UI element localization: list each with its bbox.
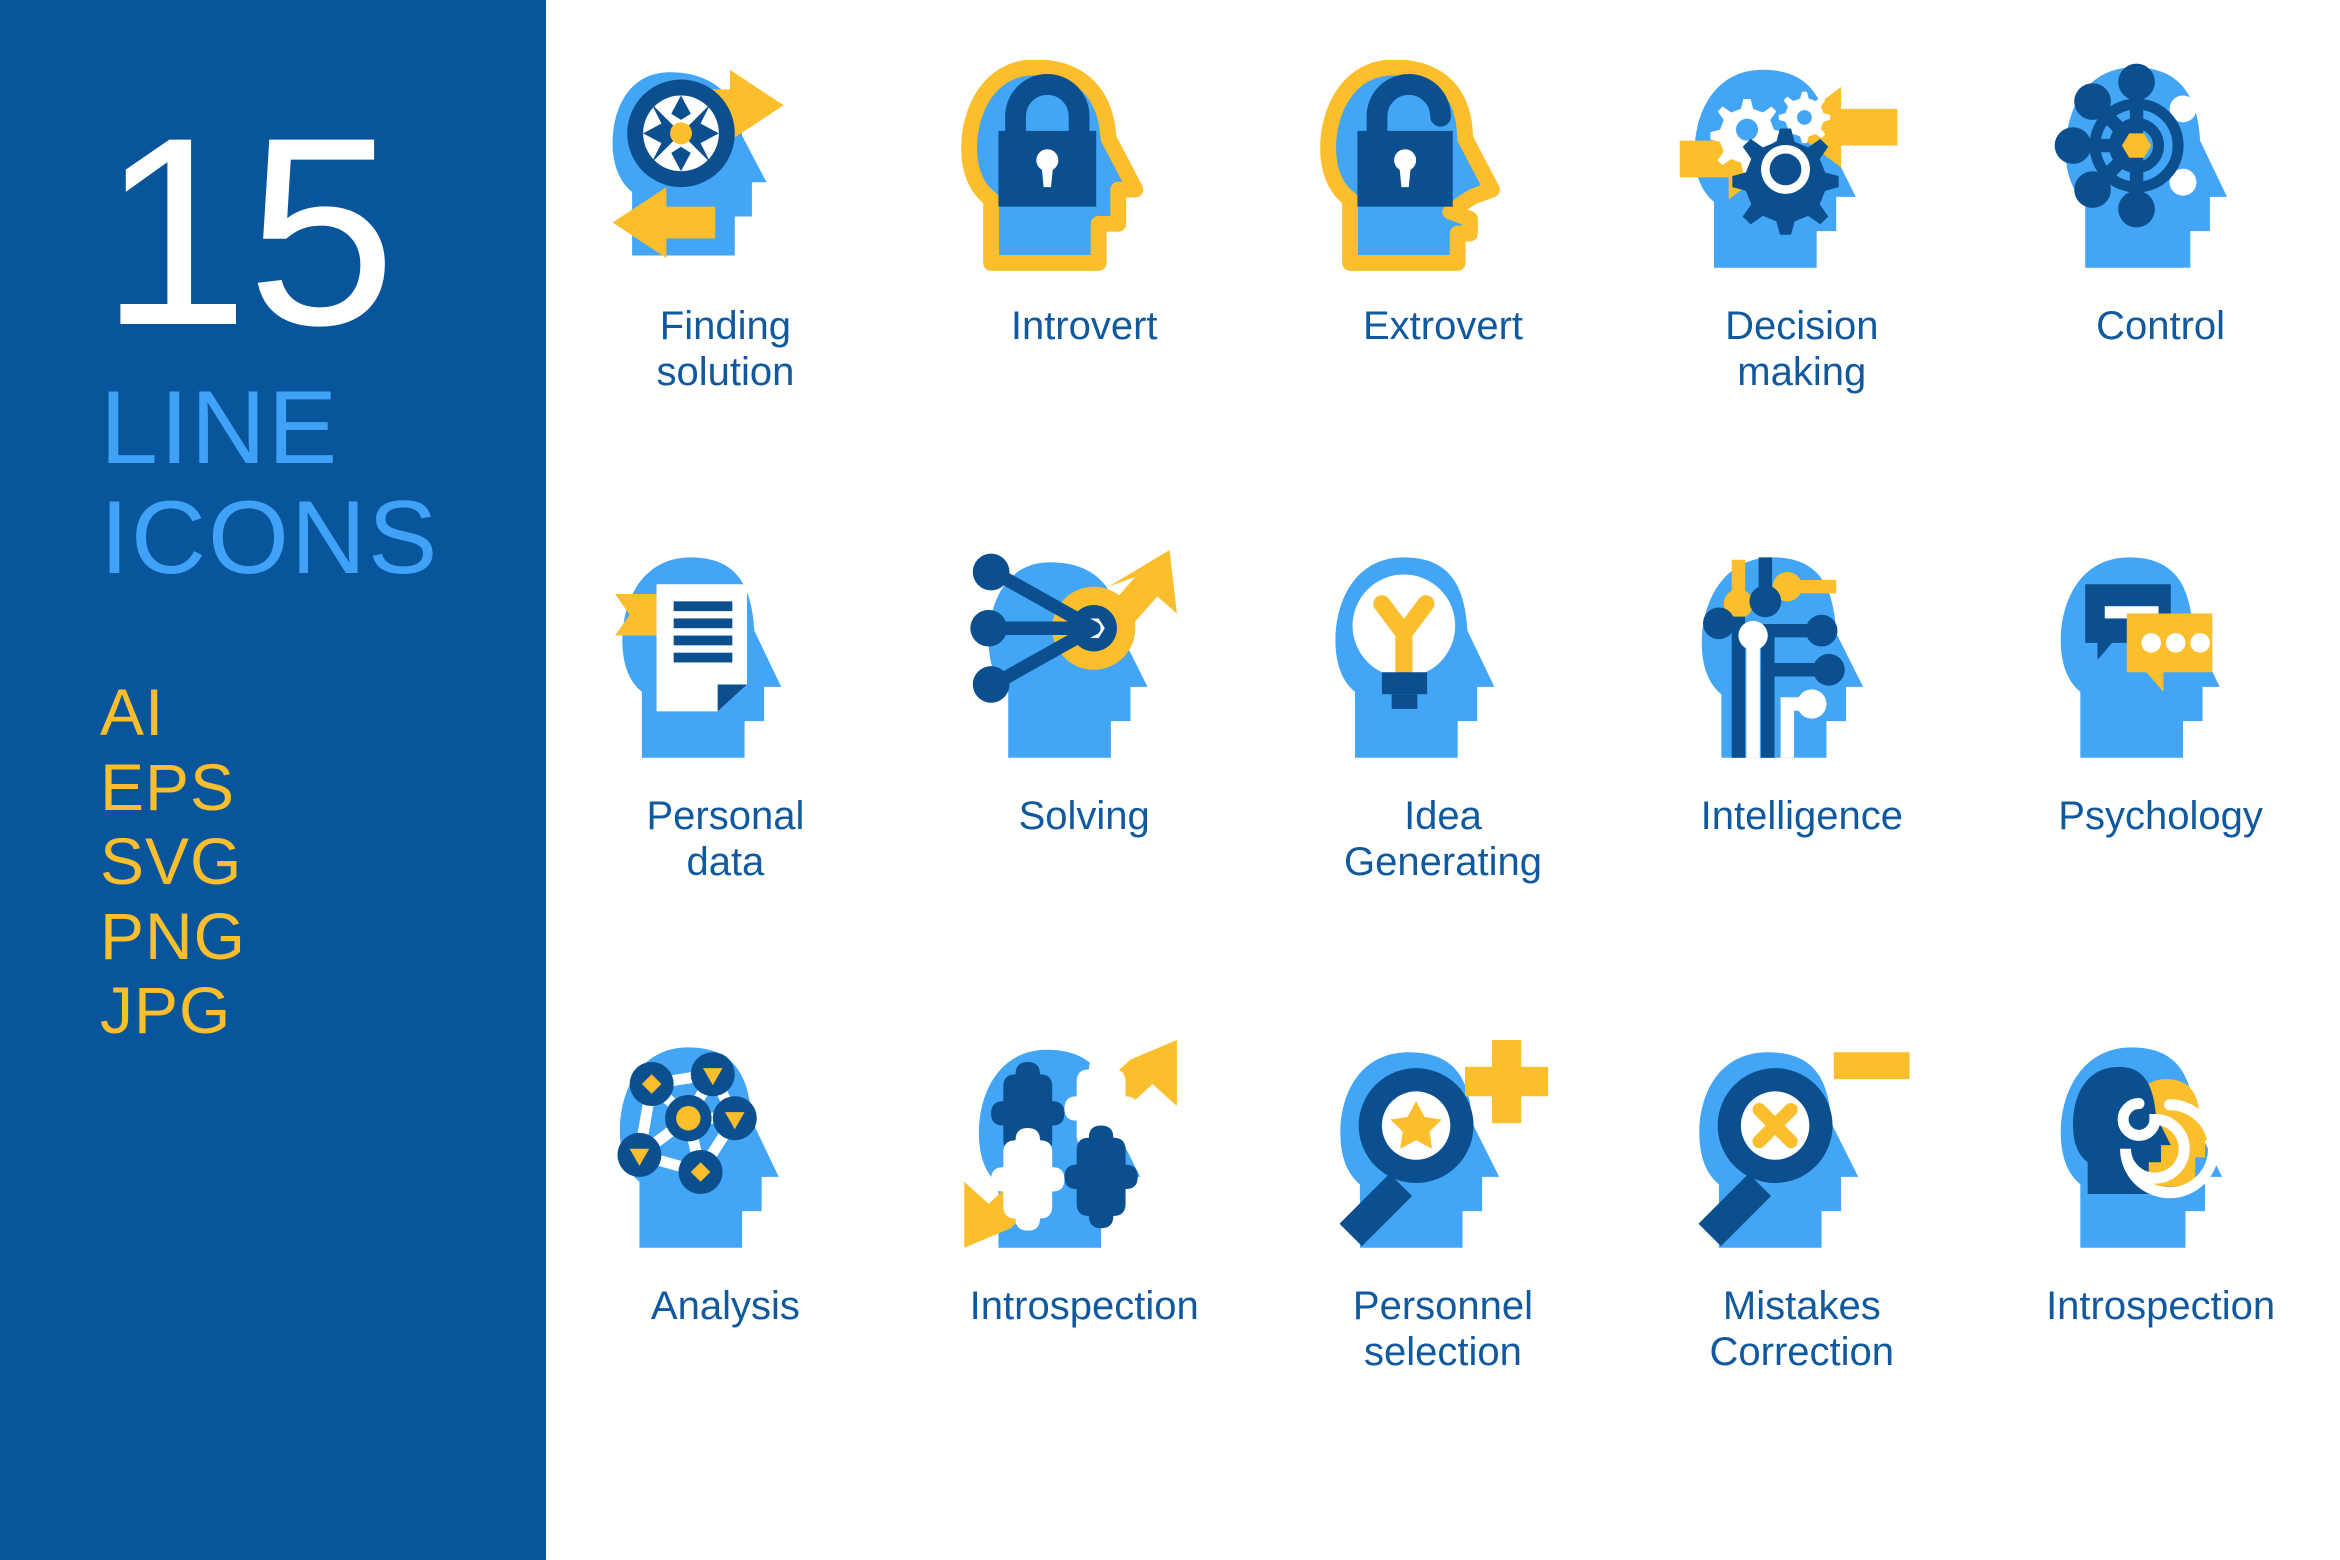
- head-target-arrow-icon: [959, 550, 1209, 770]
- caption-line-2: Generating: [1344, 839, 1542, 884]
- caption-line-1: Personnel: [1352, 1284, 1534, 1328]
- icon-cell-mistakes-correction[interactable]: Mistakes Correction: [1622, 1040, 1981, 1530]
- sidebar-content: 15 LINE ICONS AI EPS SVG PNG JPG: [100, 0, 439, 1048]
- caption-line-2: data: [686, 839, 765, 884]
- head-puzzle-arrows-icon: [959, 1040, 1209, 1260]
- caption-line-2: selection: [1364, 1329, 1522, 1374]
- icon-cell-solving[interactable]: Solving: [905, 550, 1264, 1040]
- format-eps: EPS: [100, 749, 236, 824]
- icon-caption: Mistakes Correction: [1710, 1284, 1895, 1375]
- caption-line-1: Mistakes: [1722, 1284, 1881, 1328]
- head-open-lock-icon: [1318, 60, 1568, 280]
- head-magnifier-cross-icon: [1677, 1040, 1927, 1260]
- head-compass-arrows-icon: [600, 60, 850, 280]
- format-list: AI EPS SVG PNG JPG: [100, 675, 439, 1048]
- icon-cell-control[interactable]: Control: [1981, 60, 2340, 550]
- head-lightbulb-icon: [1318, 550, 1568, 770]
- icon-caption: Personal data: [646, 794, 804, 885]
- icon-caption: Decision making: [1725, 304, 1878, 395]
- kicker-line-2: ICONS: [100, 479, 440, 596]
- format-ai: AI: [100, 675, 165, 750]
- head-network-nodes-icon: [600, 1040, 850, 1260]
- caption-line-1: Psychology: [2058, 794, 2263, 838]
- caption-line-1: Personal: [646, 794, 805, 838]
- icon-cell-finding-solution[interactable]: Finding solution: [546, 60, 905, 550]
- caption-line-1: Extrovert: [1362, 304, 1524, 348]
- head-ship-wheel-icon: [2036, 60, 2286, 280]
- caption-line-1: Intelligence: [1700, 794, 1903, 838]
- sidebar-panel: 15 LINE ICONS AI EPS SVG PNG JPG: [0, 0, 546, 1560]
- caption-line-1: Finding: [659, 304, 791, 348]
- caption-line-1: Solving: [1018, 794, 1150, 838]
- caption-line-1: Analysis: [650, 1284, 800, 1328]
- icon-cell-introspection-puzzle[interactable]: Introspection: [905, 1040, 1264, 1530]
- format-svg: SVG: [100, 824, 243, 899]
- sidebar-kicker: LINE ICONS: [100, 369, 440, 596]
- icon-caption: Introvert: [1011, 304, 1158, 350]
- caption-line-2: solution: [656, 349, 795, 394]
- icon-cell-idea-generating[interactable]: Idea Generating: [1264, 550, 1623, 1040]
- kicker-line-1: LINE: [100, 369, 340, 486]
- icon-cell-personal-data[interactable]: Personal data: [546, 550, 905, 1040]
- icon-caption: Psychology: [2058, 794, 2263, 840]
- head-circuit-icon: [1677, 550, 1927, 770]
- icon-caption: Idea Generating: [1344, 794, 1542, 885]
- caption-line-1: Introvert: [1010, 304, 1158, 348]
- icon-caption: Introspection: [2046, 1284, 2275, 1330]
- caption-line-2: Correction: [1709, 1329, 1895, 1374]
- head-magnifier-star-icon: [1318, 1040, 1568, 1260]
- icon-caption: Solving: [1019, 794, 1150, 840]
- icon-cell-analysis[interactable]: Analysis: [546, 1040, 905, 1530]
- caption-line-2: making: [1737, 349, 1867, 394]
- icon-caption: Control: [2096, 304, 2225, 350]
- icon-caption: Extrovert: [1363, 304, 1523, 350]
- head-gears-arrows-icon: [1677, 60, 1927, 280]
- format-jpg: JPG: [100, 973, 232, 1048]
- format-png: PNG: [100, 898, 247, 973]
- icon-cell-decision-making[interactable]: Decision making: [1622, 60, 1981, 550]
- icon-grid: Finding solution Introvert Extrovert Dec…: [546, 60, 2340, 1530]
- icon-cell-personnel-selection[interactable]: Personnel selection: [1264, 1040, 1623, 1530]
- caption-line-1: Introspection: [969, 1284, 1199, 1328]
- icon-caption: Analysis: [651, 1284, 800, 1330]
- caption-line-1: Decision: [1725, 304, 1879, 348]
- caption-line-1: Introspection: [2046, 1284, 2276, 1328]
- icon-count: 15: [100, 81, 396, 381]
- icon-caption: Introspection: [970, 1284, 1199, 1330]
- head-closed-lock-icon: [959, 60, 1209, 280]
- caption-line-1: Control: [2096, 304, 2226, 348]
- icon-cell-psychology[interactable]: Psychology: [1981, 550, 2340, 1040]
- head-document-icon: [600, 550, 850, 770]
- icon-caption: Personnel selection: [1353, 1284, 1533, 1375]
- icon-set-poster: 15 LINE ICONS AI EPS SVG PNG JPG Finding…: [0, 0, 2340, 1560]
- icon-grid-area: Finding solution Introvert Extrovert Dec…: [546, 0, 2340, 1560]
- head-speech-bubbles-icon: [2036, 550, 2286, 770]
- head-spiral-faces-icon: [2036, 1040, 2286, 1260]
- icon-cell-introvert[interactable]: Introvert: [905, 60, 1264, 550]
- icon-cell-extrovert[interactable]: Extrovert: [1264, 60, 1623, 550]
- icon-caption: Finding solution: [656, 304, 794, 395]
- icon-cell-introspection-spiral[interactable]: Introspection: [1981, 1040, 2340, 1530]
- icon-caption: Intelligence: [1701, 794, 1903, 840]
- caption-line-1: Idea: [1404, 794, 1482, 838]
- icon-cell-intelligence[interactable]: Intelligence: [1622, 550, 1981, 1040]
